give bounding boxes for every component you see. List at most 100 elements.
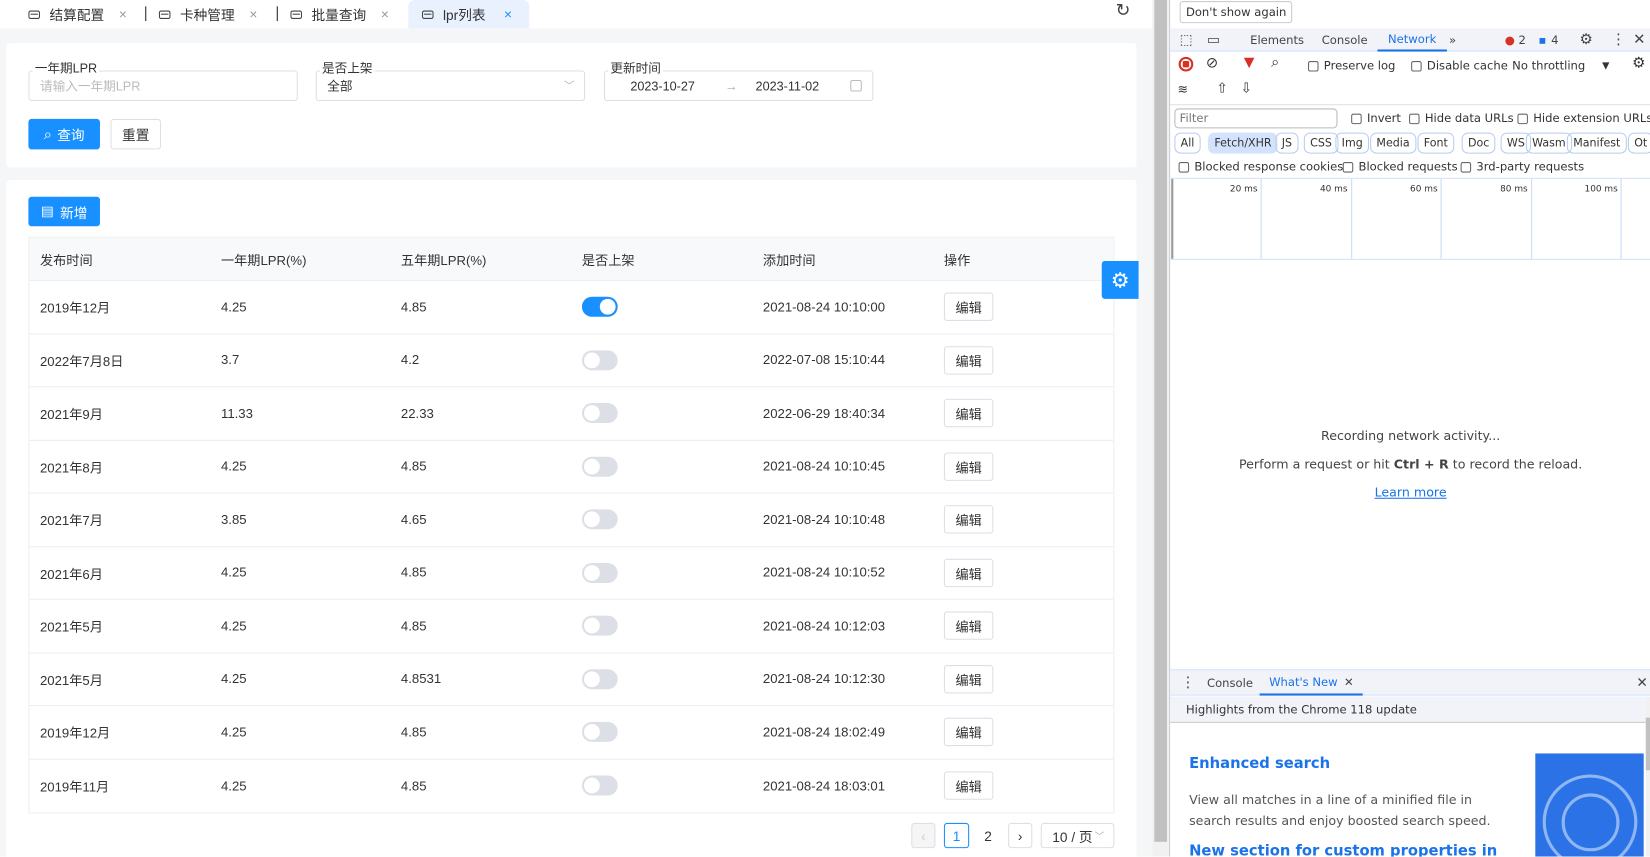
listed-toggle[interactable] bbox=[581, 615, 618, 636]
type-filter-chip[interactable]: Img bbox=[1335, 132, 1370, 154]
type-filter-chip[interactable]: Manifest bbox=[1566, 132, 1627, 154]
tab-console[interactable]: Console bbox=[1322, 28, 1368, 51]
blocked-cookies-checkbox[interactable]: Blocked response cookies bbox=[1178, 160, 1343, 174]
preserve-log-checkbox[interactable]: Preserve log bbox=[1308, 59, 1395, 73]
listed-toggle[interactable] bbox=[581, 562, 618, 583]
drawer-tab-console[interactable]: Console bbox=[1207, 670, 1253, 695]
filter-input[interactable]: Filter bbox=[1174, 108, 1338, 129]
close-icon[interactable]: × bbox=[119, 6, 127, 22]
listed-toggle[interactable] bbox=[581, 668, 618, 689]
network-settings-icon[interactable]: ⚙ bbox=[1632, 55, 1645, 72]
next-feature-title[interactable]: New section for custom properties in bbox=[1189, 843, 1497, 857]
network-conditions-icon[interactable]: ≋ bbox=[1178, 82, 1189, 97]
edit-button[interactable]: 编辑 bbox=[943, 558, 994, 587]
cell-actions: 编辑 bbox=[943, 653, 994, 705]
type-filter-chip[interactable]: Font bbox=[1417, 132, 1455, 154]
search-icon[interactable]: ⌕ bbox=[1271, 54, 1279, 71]
dont-show-again-button[interactable]: Don't show again bbox=[1179, 1, 1293, 24]
tab-elements[interactable]: Elements bbox=[1250, 28, 1304, 51]
type-filter-chip[interactable]: Fetch/XHR bbox=[1208, 132, 1278, 154]
message-count[interactable]: 4 bbox=[1551, 28, 1558, 51]
record-stop-icon[interactable] bbox=[1178, 56, 1194, 72]
download-icon[interactable]: ⇩ bbox=[1241, 81, 1252, 97]
close-drawer-icon[interactable]: ✕ bbox=[1636, 670, 1647, 695]
table-row: 2021年7月 3.85 4.65 2021-08-24 10:10:48 编辑 bbox=[29, 494, 1114, 547]
listed-toggle[interactable] bbox=[581, 297, 618, 318]
query-label: 查询 bbox=[57, 127, 85, 144]
drawer-scrollbar[interactable] bbox=[1645, 696, 1650, 857]
third-party-checkbox[interactable]: 3rd-party requests bbox=[1460, 160, 1584, 174]
edit-button[interactable]: 编辑 bbox=[943, 664, 994, 694]
tab-lpr-list[interactable]: lpr列表 × bbox=[408, 0, 530, 29]
listed-toggle[interactable] bbox=[581, 456, 618, 477]
close-icon[interactable]: ✕ bbox=[1344, 675, 1354, 689]
tab-settlement-config[interactable]: 结算配置 × bbox=[28, 0, 144, 28]
page-size-select[interactable]: 10 / 页 ﹀ bbox=[1040, 822, 1115, 849]
prev-page-button[interactable]: ‹ bbox=[911, 822, 936, 849]
edit-button[interactable]: 编辑 bbox=[943, 399, 994, 428]
query-button[interactable]: ⌕ 查询 bbox=[28, 118, 100, 150]
listed-toggle[interactable] bbox=[581, 722, 618, 743]
page-1[interactable]: 1 bbox=[943, 822, 970, 849]
more-vert-icon[interactable]: ⋮ bbox=[1611, 28, 1626, 51]
type-filter-chip[interactable]: Media bbox=[1370, 132, 1416, 154]
inspect-icon[interactable]: ⬚ bbox=[1180, 28, 1193, 51]
more-tabs-icon[interactable]: » bbox=[1449, 28, 1456, 51]
type-filter-chip[interactable]: Ot bbox=[1627, 132, 1650, 154]
close-icon[interactable]: × bbox=[249, 6, 257, 22]
edit-button[interactable]: 编辑 bbox=[943, 292, 994, 322]
error-icon: ● bbox=[1504, 33, 1515, 47]
date-start[interactable]: 2023-10-27 bbox=[630, 78, 695, 93]
settings-float-button[interactable]: ⚙ bbox=[1101, 260, 1139, 299]
drawer-tab-whats-new[interactable]: What's New ✕ bbox=[1259, 670, 1364, 696]
filter-icon[interactable]: ▼ bbox=[1244, 55, 1255, 71]
timeline-gridline bbox=[1530, 178, 1532, 259]
page-2[interactable]: 2 bbox=[977, 823, 1000, 848]
device-toggle-icon[interactable]: ▭ bbox=[1207, 28, 1220, 51]
next-page-button[interactable]: › bbox=[1008, 822, 1033, 849]
edit-button[interactable]: 编辑 bbox=[943, 505, 994, 534]
error-count[interactable]: 2 bbox=[1518, 28, 1525, 51]
cell-lpr5: 4.85 bbox=[400, 299, 427, 315]
edit-button[interactable]: 编辑 bbox=[943, 611, 994, 641]
type-filter-chip[interactable]: Wasm bbox=[1525, 132, 1572, 154]
type-filter-chip[interactable]: All bbox=[1174, 132, 1201, 154]
invert-checkbox[interactable]: Invert bbox=[1351, 112, 1401, 125]
hide-data-urls-checkbox[interactable]: Hide data URLs bbox=[1409, 112, 1514, 125]
close-icon[interactable]: × bbox=[381, 6, 389, 22]
clear-icon[interactable]: ⊘ bbox=[1206, 55, 1218, 72]
listed-toggle[interactable] bbox=[581, 403, 618, 424]
hide-extension-urls-checkbox[interactable]: Hide extension URLs bbox=[1517, 112, 1650, 125]
listed-toggle[interactable] bbox=[581, 509, 618, 530]
page-scrollbar-thumb[interactable] bbox=[1154, 0, 1168, 842]
edit-button[interactable]: 编辑 bbox=[943, 345, 994, 375]
tab-batch-query[interactable]: 批量查询 × bbox=[290, 0, 406, 28]
edit-button[interactable]: 编辑 bbox=[943, 452, 994, 481]
tab-card-management[interactable]: 卡种管理 × bbox=[158, 0, 275, 28]
type-filter-chip[interactable]: JS bbox=[1275, 132, 1299, 154]
add-button[interactable]: ▤ 新增 bbox=[28, 196, 100, 227]
upload-icon[interactable]: ⇧ bbox=[1216, 81, 1227, 97]
disable-cache-checkbox[interactable]: Disable cache bbox=[1411, 59, 1508, 73]
reset-button[interactable]: 重置 bbox=[110, 118, 162, 150]
drawer-menu-icon[interactable]: ⋮ bbox=[1181, 670, 1196, 695]
edit-button[interactable]: 编辑 bbox=[943, 717, 994, 747]
feature-title[interactable]: Enhanced search bbox=[1189, 756, 1330, 773]
search-card: 请输入一年期LPR 一年期LPR 全部 ﹀ 是否上架 2023-10-27 → 2… bbox=[6, 43, 1137, 168]
close-icon[interactable]: × bbox=[504, 6, 512, 22]
throttling-select[interactable]: No throttling ▼ bbox=[1512, 59, 1609, 73]
type-filter-chip[interactable]: CSS bbox=[1303, 132, 1339, 154]
cell-publish-time: 2021年5月 bbox=[39, 620, 103, 635]
gear-icon[interactable]: ⚙ bbox=[1580, 28, 1593, 51]
blocked-requests-checkbox[interactable]: Blocked requests bbox=[1342, 160, 1458, 174]
perform-pre: Perform a request or hit bbox=[1239, 456, 1394, 472]
learn-more-link[interactable]: Learn more bbox=[1375, 485, 1447, 500]
edit-button[interactable]: 编辑 bbox=[943, 771, 994, 801]
listed-toggle[interactable] bbox=[581, 775, 618, 796]
tab-network[interactable]: Network bbox=[1377, 28, 1447, 52]
date-end[interactable]: 2023-11-02 bbox=[756, 78, 820, 93]
refresh-icon[interactable]: ↻ bbox=[1115, 0, 1130, 21]
type-filter-chip[interactable]: Doc bbox=[1461, 132, 1496, 154]
listed-toggle[interactable] bbox=[581, 350, 618, 371]
close-icon[interactable]: ✕ bbox=[1633, 28, 1645, 51]
